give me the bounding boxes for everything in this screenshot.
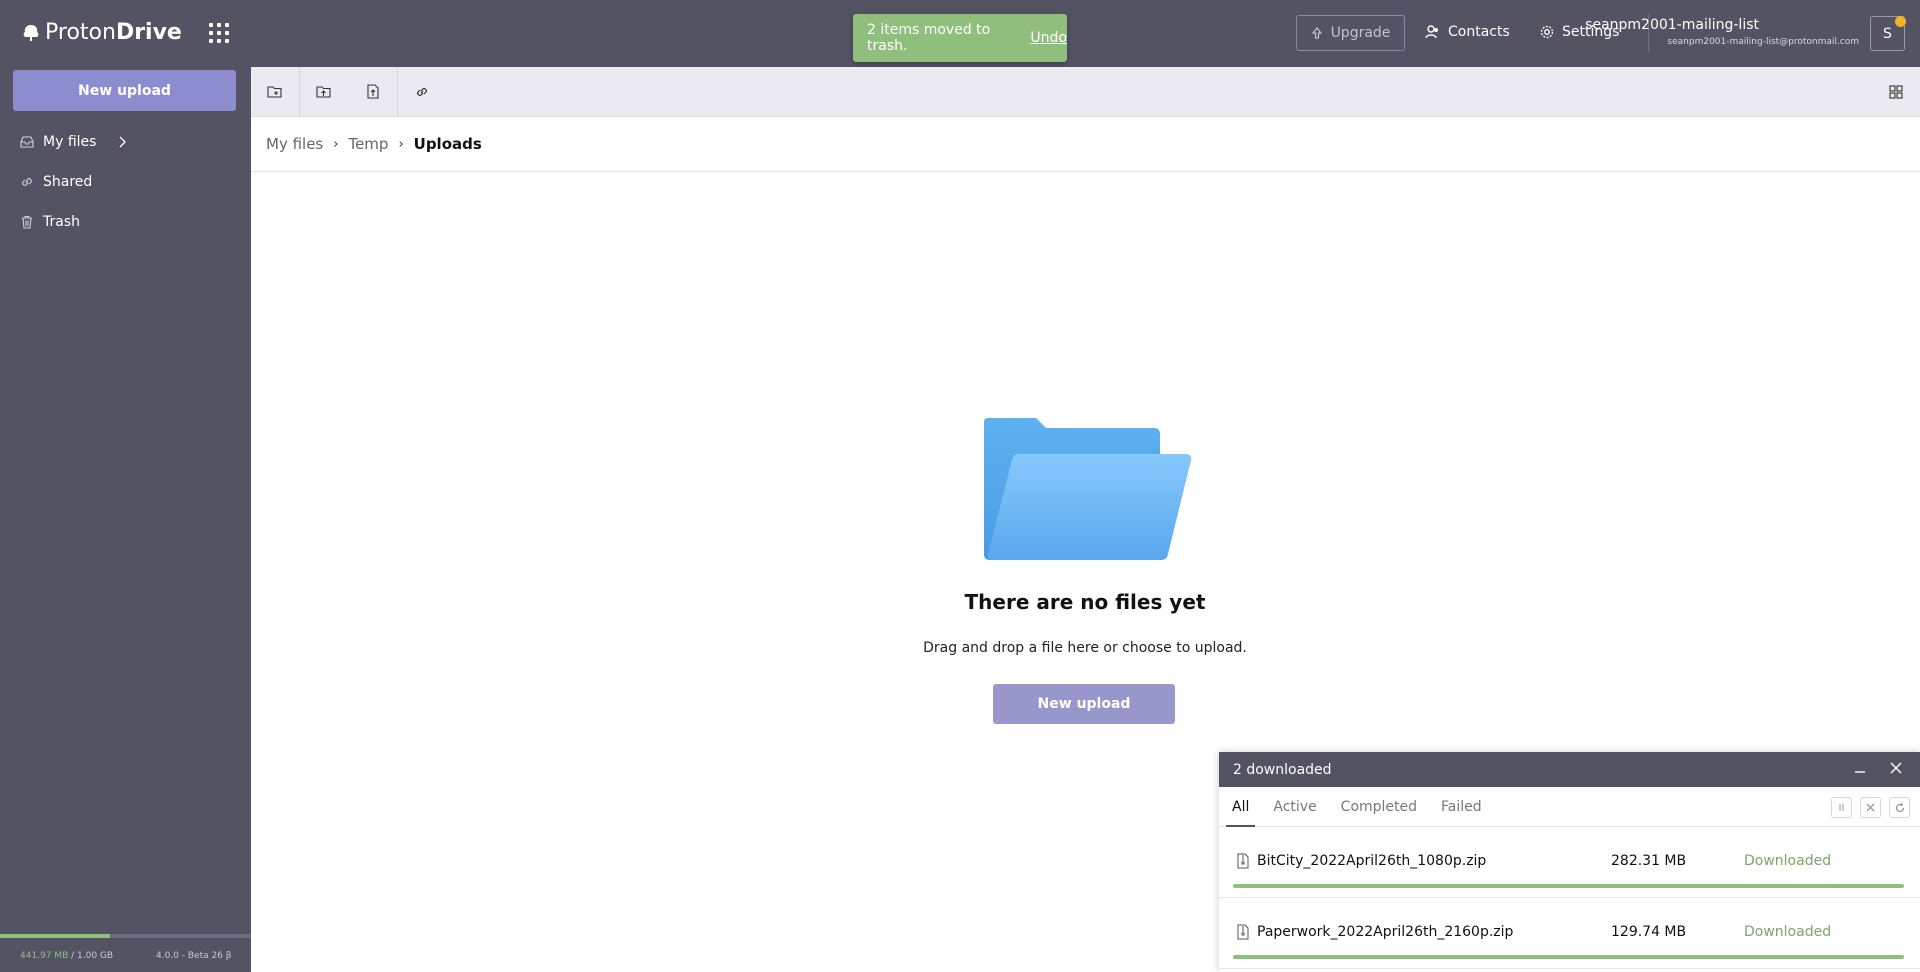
close-icon bbox=[1866, 803, 1875, 812]
grid-view-icon bbox=[1889, 84, 1903, 99]
storage-total: / 1.00 GB bbox=[68, 951, 114, 961]
empty-folder-illustration bbox=[984, 418, 1192, 560]
transfers-tabs: All Active Completed Failed bbox=[1219, 787, 1920, 827]
transfer-row[interactable]: Paperwork_2022April26th_2160p.zip 129.74… bbox=[1219, 898, 1920, 969]
pause-icon bbox=[1839, 804, 1844, 811]
proton-drive-logo[interactable]: Proton Drive bbox=[22, 20, 182, 45]
apps-grid-icon[interactable] bbox=[208, 22, 230, 44]
trash-icon bbox=[22, 215, 32, 229]
upgrade-button[interactable]: Upgrade bbox=[1296, 15, 1405, 51]
proton-drive-logo-icon bbox=[23, 24, 39, 41]
zip-file-icon bbox=[1237, 924, 1249, 940]
user-name[interactable]: seanpm2001-mailing-list bbox=[1585, 17, 1759, 33]
new-upload-button-main[interactable]: New upload bbox=[993, 684, 1175, 724]
upload-file-button[interactable] bbox=[349, 67, 397, 116]
transfer-progress-bar bbox=[1233, 955, 1904, 959]
transfer-file-name: BitCity_2022April26th_1080p.zip bbox=[1257, 853, 1487, 869]
breadcrumb-temp[interactable]: Temp bbox=[348, 135, 388, 153]
pause-all-button[interactable] bbox=[1831, 797, 1852, 818]
chevron-right-icon[interactable] bbox=[117, 136, 127, 148]
upload-folder-button[interactable] bbox=[300, 67, 348, 116]
tab-completed[interactable]: Completed bbox=[1329, 787, 1429, 827]
refresh-icon bbox=[1895, 802, 1904, 812]
grid-view-toggle[interactable] bbox=[1872, 67, 1920, 116]
cancel-all-button[interactable] bbox=[1860, 797, 1881, 818]
logo-text-bold: Drive bbox=[115, 20, 182, 45]
restart-all-button[interactable] bbox=[1889, 797, 1910, 818]
new-folder-icon bbox=[267, 85, 282, 98]
transfer-status: Downloaded bbox=[1744, 924, 1832, 940]
new-upload-button-sidebar[interactable]: New upload bbox=[13, 70, 236, 111]
get-link-button[interactable] bbox=[398, 67, 446, 116]
storage-usage-text: 441.97 MB / 1.00 GB bbox=[20, 951, 113, 961]
empty-state-title: There are no files yet bbox=[964, 590, 1206, 614]
transfers-actions bbox=[1831, 797, 1910, 818]
upgrade-arrow-icon bbox=[1311, 27, 1322, 39]
sidebar-item-shared[interactable]: Shared bbox=[20, 174, 92, 190]
transfer-file-size: 282.31 MB bbox=[1611, 853, 1687, 869]
new-folder-button[interactable] bbox=[251, 67, 299, 116]
sidebar-item-label: Trash bbox=[43, 214, 80, 230]
sidebar-item-label: Shared bbox=[43, 174, 93, 190]
inbox-icon bbox=[20, 136, 34, 148]
link-icon bbox=[22, 178, 32, 186]
chevron-right-icon: › bbox=[398, 136, 404, 152]
sidebar-item-trash[interactable]: Trash bbox=[20, 214, 80, 230]
upgrade-label: Upgrade bbox=[1330, 25, 1391, 41]
tab-all[interactable]: All bbox=[1226, 787, 1256, 827]
transfer-file-size: 129.74 MB bbox=[1611, 924, 1687, 940]
breadcrumb-divider bbox=[251, 171, 1920, 172]
undo-link[interactable]: Undo bbox=[1030, 30, 1067, 46]
storage-used: 441.97 MB bbox=[20, 951, 69, 961]
storage-usage-fill bbox=[0, 934, 111, 938]
contacts-label: Contacts bbox=[1448, 24, 1510, 40]
breadcrumb-uploads: Uploads bbox=[413, 135, 482, 153]
contacts-icon bbox=[1425, 25, 1438, 39]
upload-folder-icon bbox=[316, 85, 331, 98]
breadcrumb: My files › Temp › Uploads bbox=[266, 135, 482, 153]
sidebar: New upload My files Shared Trash 441.97 … bbox=[0, 67, 251, 972]
transfer-file-name: Paperwork_2022April26th_2160p.zip bbox=[1257, 924, 1514, 940]
transfer-progress-bar bbox=[1233, 884, 1904, 888]
notification-dot bbox=[1895, 16, 1906, 27]
notification-toast: 2 items moved to trash. Undo bbox=[853, 14, 1067, 62]
upload-file-icon bbox=[367, 84, 379, 99]
user-email[interactable]: seanpm2001-mailing-list@protonmail.com bbox=[1667, 37, 1859, 47]
logo-text-light: Proton bbox=[45, 20, 116, 45]
zip-file-icon bbox=[1237, 853, 1249, 869]
app-version: 4.0.0 - Beta 26 β bbox=[156, 951, 232, 961]
transfers-title: 2 downloaded bbox=[1233, 761, 1332, 778]
contacts-button[interactable]: Contacts bbox=[1425, 24, 1510, 40]
storage-usage-bar bbox=[0, 934, 251, 938]
top-header: Proton Drive 2 items moved to trash. Undo… bbox=[0, 0, 1920, 67]
transfers-header: 2 downloaded bbox=[1219, 752, 1920, 787]
gear-icon bbox=[1540, 25, 1554, 39]
close-icon[interactable] bbox=[1888, 760, 1904, 776]
transfers-panel: 2 downloaded All Active Completed Failed… bbox=[1219, 752, 1920, 972]
breadcrumb-my-files[interactable]: My files bbox=[266, 135, 323, 153]
tab-active[interactable]: Active bbox=[1261, 787, 1328, 827]
empty-state-subtitle: Drag and drop a file here or choose to u… bbox=[923, 640, 1247, 656]
minimize-icon[interactable] bbox=[1852, 760, 1868, 776]
toolbar bbox=[251, 67, 1920, 117]
sidebar-item-my-files[interactable]: My files bbox=[20, 134, 127, 150]
transfer-row[interactable]: BitCity_2022April26th_1080p.zip 282.31 M… bbox=[1219, 827, 1920, 898]
toast-message: 2 items moved to trash. bbox=[867, 22, 991, 54]
chevron-right-icon: › bbox=[333, 136, 339, 152]
tab-failed[interactable]: Failed bbox=[1429, 787, 1494, 827]
transfer-status: Downloaded bbox=[1744, 853, 1832, 869]
sidebar-item-label: My files bbox=[43, 134, 97, 150]
link-icon bbox=[417, 87, 427, 96]
